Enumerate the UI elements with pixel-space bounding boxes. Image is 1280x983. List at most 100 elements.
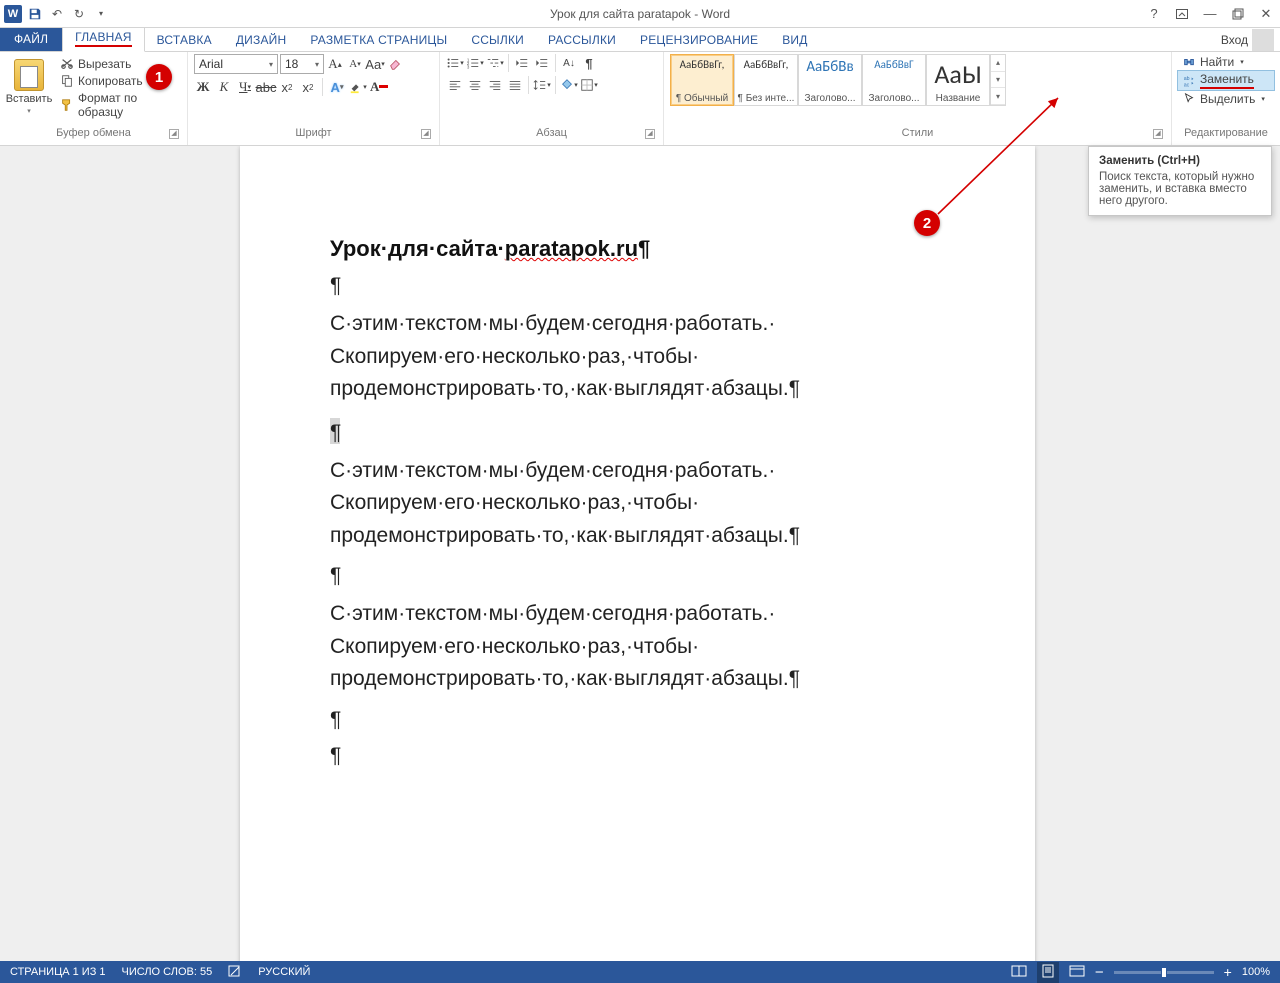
grow-font-button[interactable]: A▴ bbox=[326, 55, 344, 73]
help-button[interactable]: ? bbox=[1140, 3, 1168, 25]
align-right-button[interactable] bbox=[486, 76, 504, 94]
replace-button[interactable]: abac Заменить bbox=[1178, 71, 1274, 90]
tab-insert[interactable]: ВСТАВКА bbox=[145, 29, 224, 51]
style-tile-3[interactable]: АаБбВвГЗаголово... bbox=[862, 54, 926, 106]
tab-references[interactable]: ССЫЛКИ bbox=[459, 29, 536, 51]
highlight-button[interactable]: ▾ bbox=[349, 78, 367, 96]
tab-design[interactable]: ДИЗАЙН bbox=[224, 29, 299, 51]
tab-home[interactable]: ГЛАВНАЯ bbox=[62, 25, 144, 52]
sort-button[interactable]: A↓ bbox=[560, 54, 578, 72]
view-read-mode[interactable] bbox=[1011, 964, 1027, 981]
status-proofing-icon[interactable] bbox=[228, 964, 242, 981]
bold-button[interactable]: Ж bbox=[194, 78, 212, 96]
find-button[interactable]: Найти▾ bbox=[1178, 54, 1274, 70]
paragraph-launcher[interactable]: ◢ bbox=[645, 129, 655, 139]
svg-text:3: 3 bbox=[467, 64, 470, 69]
styles-scroll[interactable]: ▴ ▾ ▾ bbox=[990, 54, 1006, 106]
increase-indent-button[interactable] bbox=[533, 54, 551, 72]
select-button[interactable]: Выделить▾ bbox=[1178, 91, 1274, 107]
window-title: Урок для сайта paratapok - Word bbox=[0, 7, 1280, 21]
status-language[interactable]: РУССКИЙ bbox=[258, 966, 310, 978]
eraser-icon bbox=[388, 57, 402, 71]
zoom-slider[interactable] bbox=[1114, 971, 1214, 974]
line-spacing-button[interactable]: ▾ bbox=[533, 76, 551, 94]
zoom-in-button[interactable]: + bbox=[1224, 964, 1232, 980]
shading-button[interactable]: ▾ bbox=[560, 76, 578, 94]
bullets-button[interactable]: ▾ bbox=[446, 54, 464, 72]
document-paragraph[interactable]: С·этим·текстом·мы·будем·сегодня·работать… bbox=[330, 455, 945, 553]
font-launcher[interactable]: ◢ bbox=[421, 129, 431, 139]
justify-button[interactable] bbox=[506, 76, 524, 94]
show-marks-button[interactable]: ¶ bbox=[580, 54, 598, 72]
tab-layout[interactable]: РАЗМЕТКА СТРАНИЦЫ bbox=[298, 29, 459, 51]
status-page[interactable]: СТРАНИЦА 1 ИЗ 1 bbox=[10, 966, 106, 978]
paragraph-mark-selected[interactable]: ¶ bbox=[330, 418, 945, 445]
avatar-placeholder[interactable] bbox=[1252, 29, 1274, 51]
numbering-button[interactable]: 123▾ bbox=[466, 54, 484, 72]
status-words[interactable]: ЧИСЛО СЛОВ: 55 bbox=[122, 966, 213, 978]
status-bar: СТРАНИЦА 1 ИЗ 1 ЧИСЛО СЛОВ: 55 РУССКИЙ −… bbox=[0, 961, 1280, 983]
tab-mailings[interactable]: РАССЫЛКИ bbox=[536, 29, 628, 51]
styles-scroll-up[interactable]: ▴ bbox=[991, 55, 1005, 72]
tooltip-replace: Заменить (Ctrl+H) Поиск текста, который … bbox=[1088, 146, 1272, 216]
style-tile-0[interactable]: АаБбВвГг,¶ Обычный bbox=[670, 54, 734, 106]
brush-icon bbox=[60, 98, 74, 112]
annotation-badge-2: 2 bbox=[914, 210, 940, 236]
view-web-layout[interactable] bbox=[1069, 964, 1085, 981]
ribbon-display-button[interactable] bbox=[1168, 3, 1196, 25]
paragraph-mark[interactable]: ¶ bbox=[330, 708, 945, 732]
undo-button[interactable]: ↶ bbox=[48, 5, 66, 23]
tab-file[interactable]: ФАЙЛ bbox=[0, 27, 62, 51]
font-size-combo[interactable]: 18▾ bbox=[280, 54, 324, 74]
italic-button[interactable]: К bbox=[215, 78, 233, 96]
qa-customize[interactable]: ▾ bbox=[92, 5, 110, 23]
paragraph-mark[interactable]: ¶ bbox=[330, 564, 945, 588]
style-tile-1[interactable]: АаБбВвГг,¶ Без инте... bbox=[734, 54, 798, 106]
styles-more[interactable]: ▾ bbox=[991, 88, 1005, 105]
paragraph-mark[interactable]: ¶ bbox=[330, 744, 945, 768]
subscript-button[interactable]: x2 bbox=[278, 78, 296, 96]
styles-scroll-down[interactable]: ▾ bbox=[991, 72, 1005, 89]
document-workspace[interactable]: Урок·для·сайта·paratapok.ru¶ ¶ С·этим·те… bbox=[0, 146, 1280, 961]
superscript-button[interactable]: x2 bbox=[299, 78, 317, 96]
text-effects-button[interactable]: A▾ bbox=[328, 78, 346, 96]
tab-view[interactable]: ВИД bbox=[770, 29, 819, 51]
ribbon-tabs: ФАЙЛ ГЛАВНАЯ ВСТАВКА ДИЗАЙН РАЗМЕТКА СТР… bbox=[0, 28, 1280, 52]
save-button[interactable] bbox=[26, 5, 44, 23]
strikethrough-button[interactable]: abc bbox=[257, 78, 275, 96]
minimize-button[interactable]: — bbox=[1196, 3, 1224, 25]
borders-button[interactable]: ▾ bbox=[580, 76, 598, 94]
paragraph-mark[interactable]: ¶ bbox=[330, 274, 945, 298]
style-tile-2[interactable]: АаБбВвЗаголово... bbox=[798, 54, 862, 106]
svg-text:ab: ab bbox=[1184, 76, 1190, 82]
clear-formatting-button[interactable] bbox=[386, 55, 404, 73]
style-tile-4[interactable]: АаЫНазвание bbox=[926, 54, 990, 106]
document-paragraph[interactable]: С·этим·текстом·мы·будем·сегодня·работать… bbox=[330, 598, 945, 696]
zoom-level[interactable]: 100% bbox=[1242, 966, 1270, 978]
change-case-button[interactable]: Aa▾ bbox=[366, 55, 384, 73]
align-left-button[interactable] bbox=[446, 76, 464, 94]
sign-in-link[interactable]: Вход bbox=[1221, 33, 1248, 47]
tab-review[interactable]: РЕЦЕНЗИРОВАНИЕ bbox=[628, 29, 770, 51]
title-bar: W ↶ ↻ ▾ Урок для сайта paratapok - Word … bbox=[0, 0, 1280, 28]
document-page[interactable]: Урок·для·сайта·paratapok.ru¶ ¶ С·этим·те… bbox=[240, 146, 1035, 961]
font-color-button[interactable]: A bbox=[370, 78, 388, 96]
view-print-layout[interactable] bbox=[1037, 962, 1059, 983]
font-name-combo[interactable]: Arial▾ bbox=[194, 54, 278, 74]
maximize-button[interactable] bbox=[1224, 3, 1252, 25]
document-paragraph[interactable]: С·этим·текстом·мы·будем·сегодня·работать… bbox=[330, 308, 945, 406]
scissors-icon bbox=[60, 57, 74, 71]
multilevel-list-button[interactable]: ▾ bbox=[486, 54, 504, 72]
align-center-button[interactable] bbox=[466, 76, 484, 94]
close-button[interactable]: ✕ bbox=[1252, 3, 1280, 25]
redo-button[interactable]: ↻ bbox=[70, 5, 88, 23]
paste-button[interactable]: Вставить ▾ bbox=[6, 54, 52, 120]
decrease-indent-button[interactable] bbox=[513, 54, 531, 72]
clipboard-launcher[interactable]: ◢ bbox=[169, 129, 179, 139]
styles-launcher[interactable]: ◢ bbox=[1153, 129, 1163, 139]
shrink-font-button[interactable]: A▾ bbox=[346, 55, 364, 73]
zoom-out-button[interactable]: − bbox=[1095, 964, 1104, 981]
document-heading[interactable]: Урок·для·сайта·paratapok.ru¶ bbox=[330, 236, 945, 262]
format-painter-button[interactable]: Формат по образцу bbox=[56, 90, 181, 120]
underline-button[interactable]: Ч▾ bbox=[236, 78, 254, 96]
